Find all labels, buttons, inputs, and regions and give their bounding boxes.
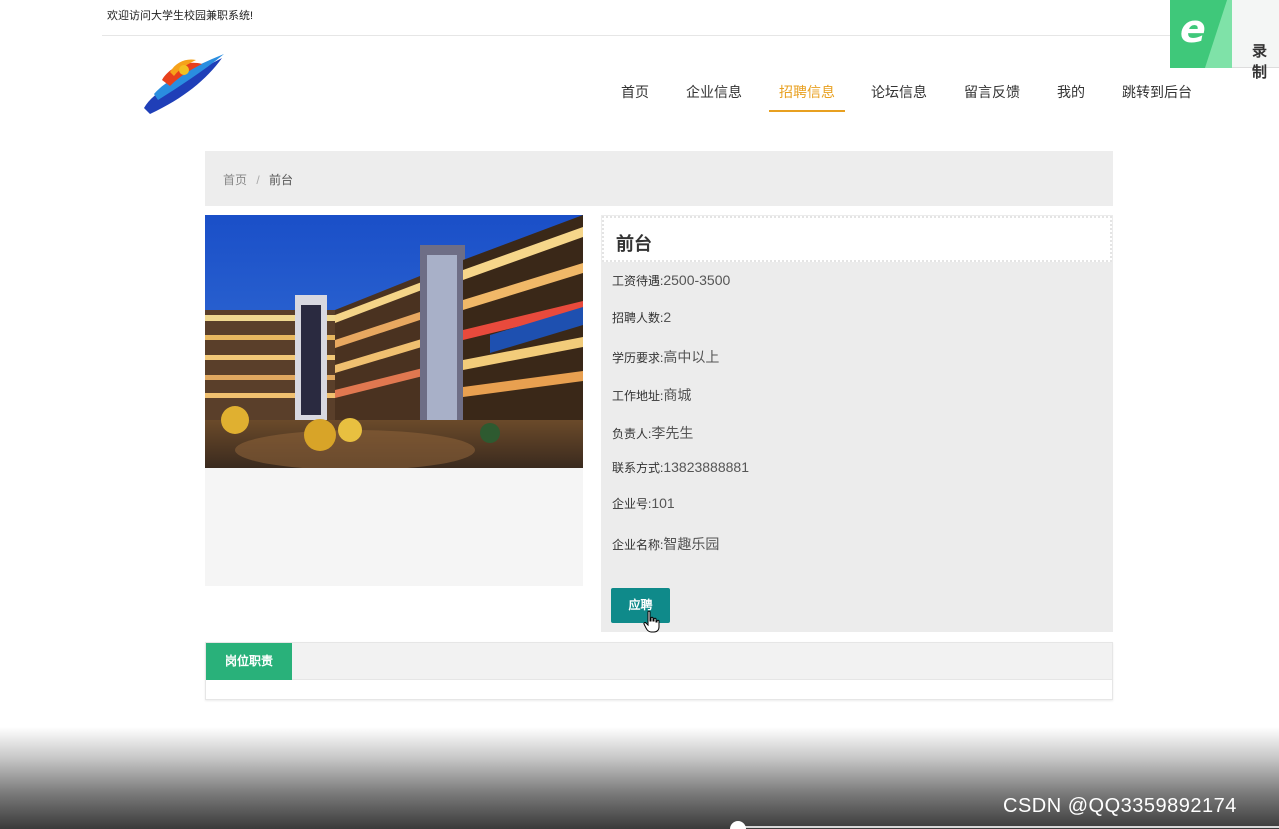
breadcrumb-separator: /: [256, 173, 260, 187]
field-value: 13823888881: [663, 459, 749, 475]
top-bar: 欢迎访问大学生校园兼职系统!: [102, 0, 1279, 36]
job-photo: [205, 215, 583, 468]
field-label: 负责人:: [612, 427, 652, 441]
job-detail-panel: 前台 工资待遇:2500-3500 招聘人数:2 学历要求:高中以上 工作地址:…: [601, 215, 1113, 632]
video-progress-bar[interactable]: [0, 821, 1279, 829]
main-nav: 首页 企业信息 招聘信息 论坛信息 留言反馈 我的 跳转到后台: [0, 82, 1279, 112]
nav-item-company-info[interactable]: 企业信息: [686, 82, 742, 110]
field-value: 101: [651, 495, 675, 511]
nav-item-recruitment-info[interactable]: 招聘信息: [769, 82, 845, 112]
nav-item-admin[interactable]: 跳转到后台: [1122, 82, 1192, 110]
field-address: 工作地址:商城: [612, 385, 691, 405]
watermark-text: CSDN @QQ3359892174: [1003, 795, 1237, 817]
welcome-text: 欢迎访问大学生校园兼职系统!: [107, 10, 254, 22]
job-title-box: 前台: [602, 216, 1112, 262]
breadcrumb-current: 前台: [269, 173, 294, 187]
field-company-id: 企业号:101: [612, 495, 675, 512]
tab-bar: [206, 643, 1112, 680]
field-value: 智趣乐园: [663, 536, 720, 552]
nav-item-forum-info[interactable]: 论坛信息: [871, 82, 927, 110]
job-image-panel: [205, 215, 583, 586]
field-label: 工作地址:: [612, 389, 664, 403]
nav-item-home[interactable]: 首页: [621, 82, 649, 110]
recorder-overlay[interactable]: e 录制: [1170, 0, 1279, 81]
hand-cursor-icon: [643, 610, 660, 633]
field-value: 2: [663, 309, 672, 325]
field-company-name: 企业名称:智趣乐园: [612, 534, 719, 554]
field-contact-person: 负责人:李先生: [612, 423, 693, 443]
field-value: 商城: [663, 387, 692, 403]
breadcrumb-home[interactable]: 首页: [223, 173, 247, 187]
recorder-label: 录制: [1252, 43, 1268, 81]
field-label: 企业号:: [612, 497, 652, 511]
nav-item-feedback[interactable]: 留言反馈: [964, 82, 1020, 110]
field-headcount: 招聘人数:2: [612, 309, 671, 326]
field-value: 2500-3500: [663, 272, 731, 288]
breadcrumb: 首页 / 前台: [205, 151, 1113, 206]
field-label: 招聘人数:: [612, 311, 664, 325]
tab-job-duties[interactable]: 岗位职责: [206, 643, 292, 680]
field-phone: 联系方式:13823888881: [612, 459, 749, 476]
field-label: 联系方式:: [612, 461, 664, 475]
nav-item-mine[interactable]: 我的: [1057, 82, 1085, 110]
field-label: 学历要求:: [612, 351, 664, 365]
field-label: 工资待遇:: [612, 274, 664, 288]
ie-e-icon: e: [1180, 7, 1206, 51]
job-title: 前台: [616, 234, 652, 254]
field-salary: 工资待遇:2500-3500: [612, 272, 730, 289]
field-education: 学历要求:高中以上: [612, 347, 719, 367]
field-value: 高中以上: [663, 349, 720, 365]
field-label: 企业名称:: [612, 538, 664, 552]
job-tabs: 岗位职责: [205, 642, 1113, 700]
field-value: 李先生: [651, 425, 694, 441]
